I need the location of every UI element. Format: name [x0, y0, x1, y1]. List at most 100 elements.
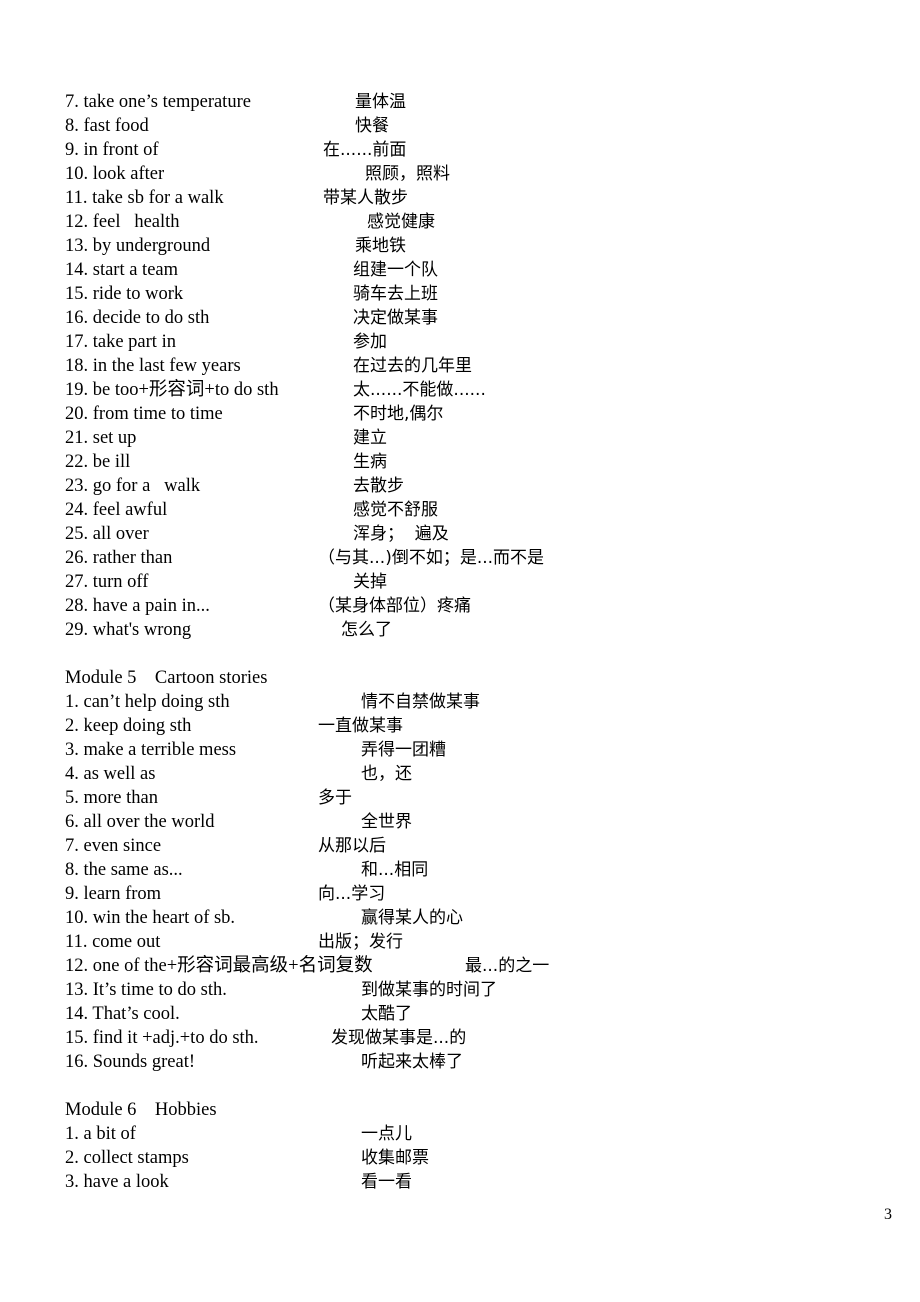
phrase-english: 20. from time to time: [65, 404, 223, 424]
phrase-english: 10. win the heart of sb.: [65, 908, 236, 928]
phrase-translation: 从那以后: [318, 836, 386, 856]
phrase-english: 23. go for a walk: [65, 476, 201, 496]
phrase-entry: 12. one of the+形容词最高级+名词复数 最...的之一: [65, 954, 865, 978]
phrase-english: 28. have a pain in...: [65, 596, 210, 616]
phrase-translation: （某身体部位）疼痛: [318, 596, 471, 616]
phrase-entry: 11. take sb for a walk 带某人散步: [65, 186, 865, 210]
phrase-translation: 在......前面: [323, 140, 407, 160]
phrase-english: 7. take one’s temperature: [65, 92, 251, 112]
phrase-english: 8. fast food: [65, 116, 149, 136]
phrase-entry: 16. Sounds great! 听起来太棒了: [65, 1050, 865, 1074]
phrase-english: 11. come out: [65, 932, 161, 952]
phrase-translation: 向...学习: [318, 884, 386, 904]
phrase-translation: 照顾，照料: [365, 164, 450, 184]
phrase-english: 24. feel awful: [65, 500, 168, 520]
phrase-entry: 7. even since 从那以后: [65, 834, 865, 858]
phrase-entry: 19. be too+形容词+to do sth 太......不能做......: [65, 378, 865, 402]
phrase-english: 29. what's wrong: [65, 620, 192, 640]
phrase-entry: 2. keep doing sth 一直做某事: [65, 714, 865, 738]
phrase-entry: 13. It’s time to do sth. 到做某事的时间了: [65, 978, 865, 1002]
phrase-translation: 看一看: [361, 1172, 412, 1192]
phrase-entry: 9. in front of 在......前面: [65, 138, 865, 162]
phrase-entry: 12. feel health 感觉健康: [65, 210, 865, 234]
phrase-entry: 29. what's wrong 怎么了: [65, 618, 865, 642]
phrase-translation: 量体温: [355, 92, 406, 112]
phrase-entry: 14. That’s cool. 太酷了: [65, 1002, 865, 1026]
phrase-entry: 17. take part in 参加: [65, 330, 865, 354]
phrase-entry: 26. rather than （与其...)倒不如；是...而不是: [65, 546, 865, 570]
phrase-translation: 参加: [353, 332, 387, 352]
phrase-english: 22. be ill: [65, 452, 131, 472]
phrase-translation: 太酷了: [361, 1004, 412, 1024]
phrase-translation: 怎么了: [341, 620, 392, 640]
phrase-english: 25. all over: [65, 524, 149, 544]
phrase-translation: 在过去的几年里: [353, 356, 472, 376]
phrase-entry: 15. find it +adj.+to do sth. 发现做某事是...的: [65, 1026, 865, 1050]
phrase-entry: 15. ride to work 骑车去上班: [65, 282, 865, 306]
phrase-entry: 28. have a pain in... （某身体部位）疼痛: [65, 594, 865, 618]
phrase-entry: 13. by underground 乘地铁: [65, 234, 865, 258]
phrase-entry: 27. turn off 关掉: [65, 570, 865, 594]
phrase-entry: 8. fast food 快餐: [65, 114, 865, 138]
phrase-translation: 带某人散步: [323, 188, 408, 208]
phrase-english: 14. start a team: [65, 260, 179, 280]
phrase-english: 12. feel health: [65, 212, 180, 232]
phrase-english: 15. ride to work: [65, 284, 184, 304]
phrase-translation: 建立: [353, 428, 387, 448]
phrase-english: 2. keep doing sth: [65, 716, 192, 736]
phrase-english: 16. decide to do sth: [65, 308, 210, 328]
phrase-translation: 不时地,偶尔: [353, 404, 444, 424]
phrase-translation: 到做某事的时间了: [361, 980, 497, 1000]
phrase-english: 13. by underground: [65, 236, 211, 256]
phrase-entry: 7. take one’s temperature 量体温: [65, 90, 865, 114]
phrase-entry: 10. look after 照顾，照料: [65, 162, 865, 186]
phrase-english: 3. make a terrible mess: [65, 740, 237, 760]
phrase-english: 3. have a look: [65, 1172, 169, 1192]
phrase-translation: 太......不能做......: [353, 380, 486, 400]
phrase-translation: 也，还: [361, 764, 412, 784]
phrase-translation: 感觉不舒服: [353, 500, 438, 520]
phrase-entry: 3. have a look 看一看: [65, 1170, 865, 1194]
phrase-english: 6. all over the world: [65, 812, 215, 832]
phrase-english: 13. It’s time to do sth.: [65, 980, 227, 1000]
phrase-english: 7. even since: [65, 836, 162, 856]
phrase-entry: 3. make a terrible mess 弄得一团糟: [65, 738, 865, 762]
phrase-list-content: 7. take one’s temperature 量体温 8. fast food…: [65, 90, 865, 1194]
phrase-english: 9. learn from: [65, 884, 162, 904]
phrase-english: 11. take sb for a walk: [65, 188, 224, 208]
phrase-english: 12. one of the+形容词最高级+名词复数: [65, 956, 373, 976]
phrase-entry: 1. can’t help doing sth 情不自禁做某事: [65, 690, 865, 714]
phrase-english: 15. find it +adj.+to do sth.: [65, 1028, 259, 1048]
phrase-entry: 11. come out 出版；发行: [65, 930, 865, 954]
phrase-english: 14. That’s cool.: [65, 1004, 180, 1024]
module-heading: Module 5 Cartoon stories: [65, 668, 268, 688]
phrase-english: 26. rather than: [65, 548, 173, 568]
phrase-translation: 发现做某事是...的: [331, 1028, 467, 1048]
phrase-translation: 生病: [353, 452, 387, 472]
phrase-entry: 16. decide to do sth 决定做某事: [65, 306, 865, 330]
phrase-english: 8. the same as...: [65, 860, 183, 880]
phrase-english: 16. Sounds great!: [65, 1052, 195, 1072]
module-heading: Module 6 Hobbies: [65, 1100, 217, 1120]
phrase-translation: 骑车去上班: [353, 284, 438, 304]
phrase-entry: 20. from time to time 不时地,偶尔: [65, 402, 865, 426]
phrase-entry: 5. more than 多于: [65, 786, 865, 810]
phrase-translation: 多于: [318, 788, 352, 808]
document-page: 7. take one’s temperature 量体温 8. fast food…: [0, 0, 920, 1302]
phrase-english: 2. collect stamps: [65, 1148, 189, 1168]
phrase-entry: 14. start a team 组建一个队: [65, 258, 865, 282]
phrase-translation: 快餐: [355, 116, 389, 136]
phrase-entry: 8. the same as... 和...相同: [65, 858, 865, 882]
phrase-english: 17. take part in: [65, 332, 176, 352]
phrase-entry: 2. collect stamps 收集邮票: [65, 1146, 865, 1170]
phrase-entry: 4. as well as 也，还: [65, 762, 865, 786]
phrase-translation: 感觉健康: [367, 212, 435, 232]
phrase-translation: 乘地铁: [355, 236, 406, 256]
phrase-english: 4. as well as: [65, 764, 156, 784]
phrase-english: 19. be too+形容词+to do sth: [65, 380, 279, 400]
phrase-translation: 弄得一团糟: [361, 740, 446, 760]
phrase-translation: 决定做某事: [353, 308, 438, 328]
phrase-translation: 和...相同: [361, 860, 429, 880]
